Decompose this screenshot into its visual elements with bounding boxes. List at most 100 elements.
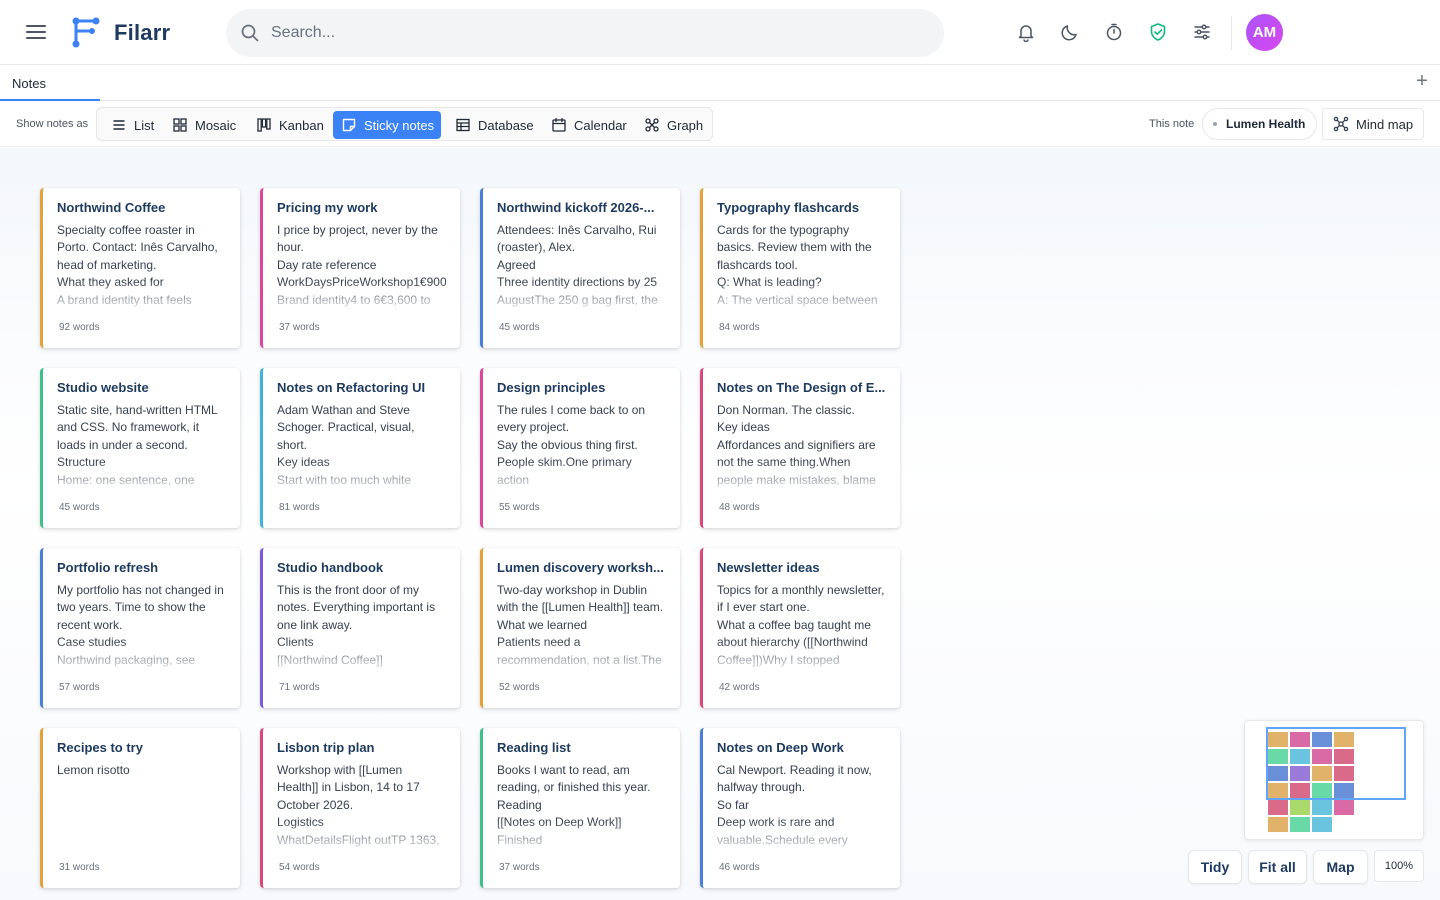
note-title: Northwind Coffee [57, 200, 166, 215]
note-title: Notes on Refactoring UI [277, 380, 426, 395]
note-word-count: 45 words [59, 502, 100, 513]
sticky-note[interactable]: Northwind kickoff 2026-... Attendees: In… [480, 188, 680, 348]
map-button[interactable]: Map [1313, 850, 1368, 884]
note-body: Two-day workshop in Dublin with the [[Lu… [497, 583, 664, 667]
current-note-name: Lumen Health [1226, 117, 1306, 131]
divider [1231, 16, 1232, 50]
note-title: Studio website [57, 380, 149, 395]
view-calendar-button[interactable]: Calendar [543, 111, 631, 139]
note-body: Attendees: Inês Carvalho, Rui (roaster),… [497, 223, 658, 307]
zoom-level: 100% [1374, 850, 1424, 882]
moon-icon[interactable] [1058, 20, 1082, 44]
sticky-note[interactable]: Notes on Deep Work Cal Newport. Reading … [700, 728, 900, 888]
timer-icon[interactable] [1102, 20, 1126, 44]
view-graph-label: Graph [667, 117, 704, 133]
sticky-note[interactable]: Recipes to try Lemon risotto 31 words [40, 728, 240, 888]
search-icon [241, 24, 259, 42]
sticky-note-icon [342, 118, 356, 132]
note-title: Typography flashcards [717, 200, 860, 215]
note-body: I price by project, never by the hour. D… [277, 223, 446, 307]
filarr-logo-icon[interactable] [70, 14, 102, 50]
graph-icon [645, 118, 659, 132]
note-body: Cal Newport. Reading it now, halfway thr… [717, 763, 872, 847]
sticky-note[interactable]: Lumen discovery worksh... Two-day worksh… [480, 548, 680, 708]
sticky-note[interactable]: Portfolio refresh My portfolio has not c… [40, 548, 240, 708]
view-sticky-notes-label: Sticky notes [364, 117, 435, 133]
note-word-count: 48 words [719, 502, 760, 513]
sticky-note[interactable]: Design principles The rules I come back … [480, 368, 680, 528]
minimap-note [1290, 800, 1310, 815]
note-body: Topics for a monthly newsletter, if I ev… [717, 583, 885, 667]
note-title: Lumen discovery worksh... [497, 560, 664, 575]
sticky-note[interactable]: Newsletter ideas Topics for a monthly ne… [700, 548, 900, 708]
tidy-button[interactable]: Tidy [1188, 850, 1242, 884]
mind-map-icon [1333, 116, 1349, 132]
minimap-note [1268, 800, 1288, 815]
view-mosaic-label: Mosaic [195, 117, 237, 133]
current-note-chip[interactable]: Lumen Health [1202, 108, 1318, 140]
minimap-note [1312, 800, 1332, 815]
note-body: Books I want to read, am reading, or fin… [497, 763, 651, 847]
note-body: Workshop with [[Lumen Health]] in Lisbon… [277, 763, 440, 847]
view-mosaic-button[interactable]: Mosaic [164, 111, 244, 139]
tab-notes[interactable]: Notes [0, 65, 100, 101]
shield-check-icon[interactable] [1146, 20, 1170, 44]
dot-icon [1213, 122, 1217, 126]
note-word-count: 55 words [499, 502, 540, 513]
sticky-note[interactable]: Reading list Books I want to read, am re… [480, 728, 680, 888]
sticky-note[interactable]: Notes on Refactoring UI Adam Wathan and … [260, 368, 460, 528]
sticky-note[interactable]: Northwind Coffee Specialty coffee roaste… [40, 188, 240, 348]
note-word-count: 84 words [719, 322, 760, 333]
view-kanban-button[interactable]: Kanban [248, 111, 328, 139]
tab-bar: Notes + [0, 65, 1440, 101]
sticky-notes-canvas[interactable]: Northwind Coffee Specialty coffee roaste… [0, 148, 1440, 900]
sticky-note[interactable]: Studio website Static site, hand-written… [40, 368, 240, 528]
note-title: Notes on The Design of E... [717, 380, 886, 395]
note-word-count: 45 words [499, 322, 540, 333]
note-word-count: 31 words [59, 862, 100, 873]
note-word-count: 92 words [59, 322, 100, 333]
sliders-icon[interactable] [1190, 20, 1214, 44]
brand-name: Filarr [114, 20, 171, 45]
calendar-icon [552, 117, 566, 132]
fit-all-button[interactable]: Fit all [1248, 850, 1307, 884]
note-title: Recipes to try [57, 740, 143, 755]
sticky-note[interactable]: Studio handbook This is the front door o… [260, 548, 460, 708]
search-bar[interactable] [226, 9, 944, 57]
mind-map-label: Mind map [1356, 116, 1414, 132]
kanban-icon [257, 118, 271, 132]
sticky-note[interactable]: Typography flashcards Cards for the typo… [700, 188, 900, 348]
view-kanban-label: Kanban [279, 117, 324, 133]
minimap-note [1312, 817, 1332, 832]
top-bar: Filarr AM [0, 0, 1440, 65]
view-toolbar: Show notes as List Mosaic Kanban Sticky … [0, 101, 1440, 147]
sticky-note[interactable]: Pricing my work I price by project, neve… [260, 188, 460, 348]
note-body: Specialty coffee roaster in Porto. Conta… [57, 223, 218, 307]
add-tab-button[interactable]: + [1414, 71, 1430, 91]
sticky-note[interactable]: Lisbon trip plan Workshop with [[Lumen H… [260, 728, 460, 888]
note-body: My portfolio has not changed in two year… [57, 583, 224, 667]
note-title: Northwind kickoff 2026-... [497, 200, 655, 215]
view-list-button[interactable]: List [103, 111, 165, 139]
minimap-note [1334, 800, 1354, 815]
note-word-count: 42 words [719, 682, 760, 693]
view-sticky-notes-button[interactable]: Sticky notes [333, 111, 441, 139]
note-body: The rules I come back to on every projec… [497, 403, 646, 487]
view-calendar-label: Calendar [574, 117, 627, 133]
sticky-note[interactable]: Notes on The Design of E... Don Norman. … [700, 368, 900, 528]
search-input[interactable] [271, 24, 871, 42]
view-database-button[interactable]: Database [447, 111, 537, 139]
note-title: Pricing my work [277, 200, 378, 215]
view-graph-button[interactable]: Graph [636, 111, 708, 139]
minimap[interactable] [1244, 720, 1424, 840]
note-word-count: 54 words [279, 862, 320, 873]
menu-icon[interactable] [22, 20, 50, 44]
minimap-viewport[interactable] [1266, 727, 1406, 800]
note-word-count: 37 words [279, 322, 320, 333]
avatar[interactable]: AM [1246, 14, 1283, 51]
note-word-count: 37 words [499, 862, 540, 873]
note-word-count: 71 words [279, 682, 320, 693]
mind-map-button[interactable]: Mind map [1322, 108, 1424, 140]
note-title: Reading list [497, 740, 571, 755]
bell-icon[interactable] [1014, 20, 1038, 44]
